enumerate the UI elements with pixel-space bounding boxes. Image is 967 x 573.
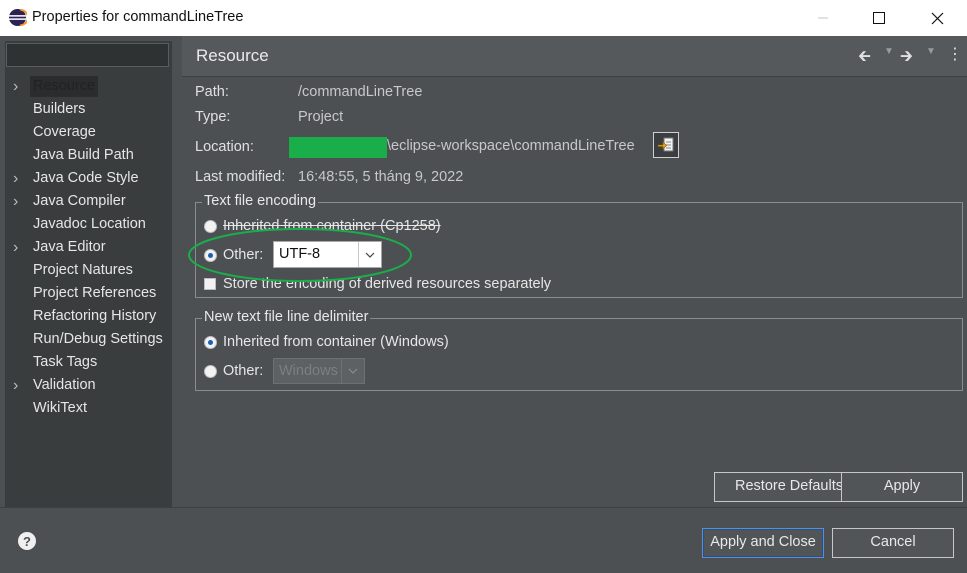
close-icon: [931, 12, 943, 24]
sidebar-item[interactable]: › Java Compiler: [5, 191, 172, 214]
maximize-icon: [873, 12, 885, 24]
encoding-other-radio[interactable]: [204, 249, 217, 262]
delimiter-combo-value: Windows: [279, 363, 338, 379]
encoding-inherited-label[interactable]: Inherited from container (Cp1258): [223, 218, 441, 234]
store-encoding-label[interactable]: Store the encoding of derived resources …: [223, 276, 551, 292]
sidebar-item-label: Refactoring History: [33, 308, 157, 324]
chevron-right-icon[interactable]: ›: [13, 76, 23, 97]
eclipse-logo-icon: [8, 8, 27, 27]
type-value: Project: [298, 109, 344, 125]
apply-and-close-button[interactable]: Apply and Close: [702, 528, 824, 558]
sidebar: › Resource Builders Coverage Java Build Path…: [5, 41, 172, 507]
chevron-right-icon[interactable]: ›: [13, 168, 23, 189]
path-label: Path:: [195, 84, 229, 100]
sidebar-item-label: Coverage: [33, 124, 96, 140]
chevron-down-icon: [341, 359, 364, 383]
sidebar-item[interactable]: Run/Debug Settings: [5, 329, 172, 352]
sidebar-item-label: Run/Debug Settings: [33, 331, 163, 347]
forward-arrow-icon[interactable]: 🡲: [900, 45, 913, 72]
chevron-right-icon[interactable]: ›: [13, 191, 23, 212]
title-bar: Properties for commandLineTree: [0, 0, 967, 36]
sidebar-item[interactable]: Builders: [5, 99, 172, 122]
preference-tree: › Resource Builders Coverage Java Build Path…: [5, 76, 172, 421]
sidebar-item[interactable]: WikiText: [5, 398, 172, 421]
dialog-button-bar: ? Apply and Close Cancel: [0, 507, 967, 573]
sidebar-item-label: Resource: [30, 76, 99, 97]
maximize-button[interactable]: [856, 0, 902, 36]
sidebar-item[interactable]: Java Build Path: [5, 145, 172, 168]
location-label: Location:: [195, 139, 254, 155]
last-modified-value: 16:48:55, 5 tháng 9, 2022: [298, 169, 464, 185]
chevron-down-icon: [358, 242, 381, 267]
store-encoding-checkbox[interactable]: [204, 278, 216, 290]
last-modified-label: Last modified:: [195, 169, 286, 185]
encoding-combo-value: UTF-8: [279, 246, 321, 262]
sidebar-item-label: Java Build Path: [33, 147, 134, 163]
sidebar-item[interactable]: › Java Editor: [5, 237, 172, 260]
type-label: Type:: [195, 109, 231, 125]
redaction-block: [289, 137, 387, 158]
sidebar-item-label: Java Code Style: [33, 170, 139, 186]
show-in-system-explorer-icon: [657, 137, 674, 152]
location-value: \eclipse-workspace\commandLineTree: [387, 138, 635, 154]
sidebar-item-label: WikiText: [33, 400, 87, 416]
forward-dropdown-icon[interactable]: ▼: [926, 46, 936, 57]
sidebar-item[interactable]: Task Tags: [5, 352, 172, 375]
sidebar-item[interactable]: Javadoc Location: [5, 214, 172, 237]
minimize-icon: [818, 17, 828, 19]
help-icon[interactable]: ?: [18, 532, 36, 550]
sidebar-item[interactable]: › Java Code Style: [5, 168, 172, 191]
page-header: Resource 🡰 ▼ 🡲 ▼ ⋮: [182, 36, 967, 77]
close-button[interactable]: [914, 0, 960, 36]
sidebar-item-label: Builders: [33, 101, 86, 117]
splitter[interactable]: [172, 36, 182, 507]
back-dropdown-icon[interactable]: ▼: [884, 46, 894, 57]
sidebar-item-label: Javadoc Location: [33, 216, 146, 232]
sidebar-item-label: Project Natures: [33, 262, 133, 278]
sidebar-item-label: Task Tags: [33, 354, 98, 370]
delimiter-inherited-label[interactable]: Inherited from container (Windows): [223, 334, 449, 350]
back-arrow-icon[interactable]: 🡰: [858, 45, 871, 72]
encoding-combo[interactable]: UTF-8: [273, 241, 382, 268]
sidebar-item-label: Project References: [33, 285, 157, 301]
encoding-inherited-radio[interactable]: [204, 220, 217, 233]
window-title: Properties for commandLineTree: [32, 9, 244, 25]
text-file-encoding-legend: Text file encoding: [202, 193, 319, 209]
view-menu-icon[interactable]: ⋮: [947, 44, 963, 64]
delimiter-other-radio[interactable]: [204, 365, 217, 378]
apply-button[interactable]: Apply: [841, 472, 963, 502]
sidebar-item[interactable]: › Resource: [5, 76, 172, 99]
sidebar-item[interactable]: › Validation: [5, 375, 172, 398]
sidebar-item[interactable]: Coverage: [5, 122, 172, 145]
chevron-right-icon[interactable]: ›: [13, 375, 23, 396]
minimize-button[interactable]: [800, 0, 846, 36]
line-delimiter-legend: New text file line delimiter: [202, 309, 371, 325]
sidebar-item-label: Java Editor: [33, 239, 106, 255]
delimiter-other-label[interactable]: Other:: [223, 363, 263, 379]
encoding-other-label[interactable]: Other:: [223, 247, 263, 263]
delimiter-inherited-radio[interactable]: [204, 336, 217, 349]
path-value: /commandLineTree: [298, 84, 423, 100]
show-in-explorer-button[interactable]: [653, 132, 679, 158]
cancel-button[interactable]: Cancel: [832, 528, 954, 558]
sidebar-item[interactable]: Refactoring History: [5, 306, 172, 329]
chevron-right-icon[interactable]: ›: [13, 237, 23, 258]
page-title: Resource: [196, 46, 269, 65]
sidebar-item[interactable]: Project References: [5, 283, 172, 306]
sidebar-item-label: Java Compiler: [33, 193, 126, 209]
sidebar-item-label: Validation: [33, 377, 96, 393]
sidebar-item[interactable]: Project Natures: [5, 260, 172, 283]
delimiter-combo: Windows: [273, 358, 365, 384]
filter-input[interactable]: [6, 43, 169, 67]
properties-page: Resource 🡰 ▼ 🡲 ▼ ⋮ Path: /commandLineTre…: [182, 36, 967, 507]
